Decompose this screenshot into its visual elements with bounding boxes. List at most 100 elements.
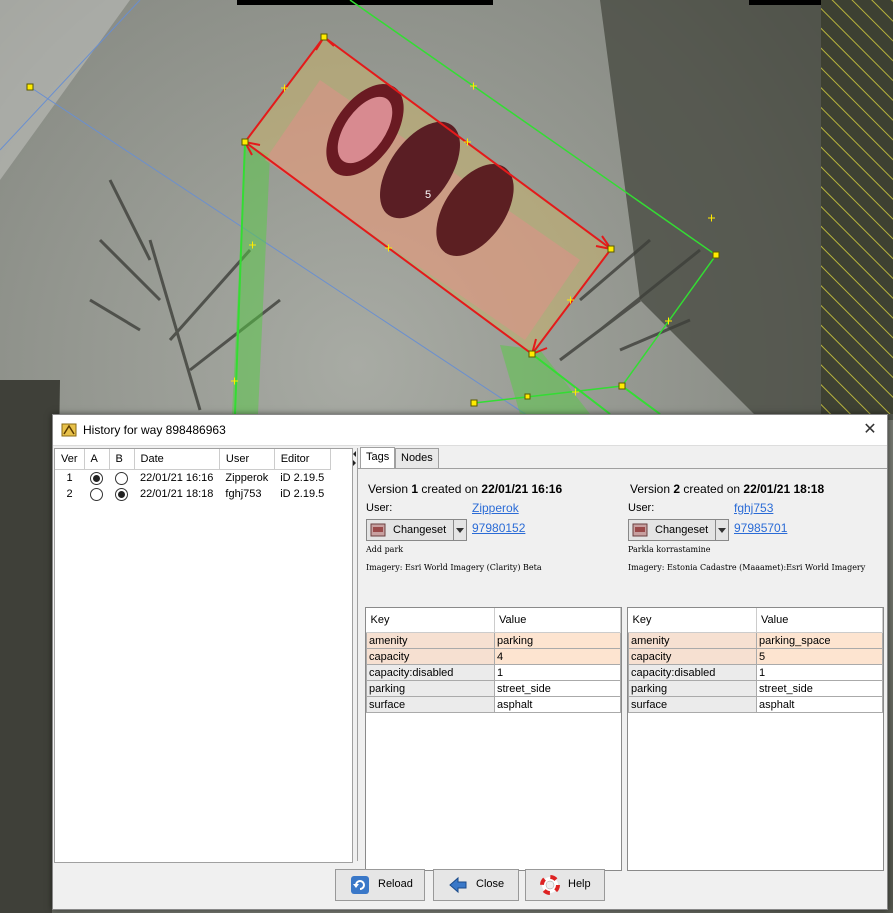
tag-value: street_side	[756, 680, 883, 697]
table-row[interactable]: capacity 5	[628, 648, 883, 665]
tag-value: parking_space	[756, 632, 883, 649]
tab-nodes[interactable]: Nodes	[395, 448, 439, 468]
changeset-id-link[interactable]: 97980152	[472, 521, 525, 535]
changeset-button[interactable]: Changeset	[366, 519, 454, 541]
tag-key: capacity:disabled	[628, 664, 757, 681]
tag-value: 5	[756, 648, 883, 665]
column-header-editor[interactable]: Editor	[274, 449, 331, 470]
left-dark-area	[0, 380, 60, 913]
window-close-button[interactable]: ✕	[859, 419, 881, 441]
table-row[interactable]: parking street_side	[628, 680, 883, 697]
help-label: Help	[568, 878, 591, 890]
version-editor: iD 2.19.5	[280, 472, 325, 484]
table-row[interactable]: surface asphalt	[628, 696, 883, 713]
tab-tags[interactable]: Tags	[360, 447, 396, 469]
column-header-ver[interactable]: Ver	[55, 449, 85, 470]
radio-b-indicator[interactable]	[115, 471, 129, 485]
version-a-column: Version 1 created on 22/01/21 16:16 User…	[358, 469, 622, 871]
tag-value: parking	[494, 632, 621, 649]
tag-key: amenity	[366, 632, 495, 649]
radio-a[interactable]	[84, 470, 109, 487]
column-header-key[interactable]: Key	[366, 608, 495, 633]
version-b-tag-table: Key Value amenity parking_space capacity 5…	[627, 607, 884, 871]
column-header-b[interactable]: B	[109, 449, 135, 470]
user-label: User:	[628, 502, 655, 514]
changeset-button[interactable]: Changeset	[628, 519, 716, 541]
imagery-source: Imagery: Estonia Cadastre (Maaamet):Esri…	[628, 563, 866, 572]
tag-key: parking	[628, 680, 757, 697]
table-row[interactable]: amenity parking	[366, 632, 621, 649]
user-link[interactable]: Zipperok	[472, 501, 519, 515]
josm-logo-icon	[61, 423, 77, 437]
tag-key: amenity	[628, 632, 757, 649]
tag-key: capacity	[366, 648, 495, 665]
radio-a-indicator[interactable]	[90, 471, 104, 485]
column-header-user[interactable]: User	[219, 449, 275, 470]
help-button[interactable]: Help	[525, 869, 605, 901]
table-row[interactable]: 2 22/01/21 18:18 fghj753 iD 2.19.5	[55, 486, 330, 502]
collapse-right-icon[interactable]	[353, 460, 356, 466]
version-number: 1	[66, 472, 73, 484]
changeset-id-link[interactable]: 97985701	[734, 521, 787, 535]
radio-a-indicator[interactable]	[90, 487, 104, 501]
tags-tab-content: Version 1 created on 22/01/21 16:16 User…	[358, 468, 887, 871]
tag-key: capacity:disabled	[366, 664, 495, 681]
changeset-dropdown-button[interactable]	[715, 519, 729, 541]
user-link[interactable]: fghj753	[734, 501, 773, 515]
tag-key: surface	[628, 696, 757, 713]
version-date: 22/01/21 18:18	[140, 488, 214, 500]
changeset-comment: Add park	[366, 545, 404, 554]
column-header-value[interactable]: Value	[756, 608, 883, 633]
table-row[interactable]: surface asphalt	[366, 696, 621, 713]
collapse-left-icon[interactable]	[353, 451, 356, 457]
tag-key: capacity	[628, 648, 757, 665]
changeset-dropdown-button[interactable]	[453, 519, 467, 541]
window-title: History for way 898486963	[83, 423, 226, 437]
table-row[interactable]: amenity parking_space	[628, 632, 883, 649]
close-button[interactable]: Close	[433, 869, 519, 901]
radio-a[interactable]	[84, 486, 109, 502]
title-bar: History for way 898486963 ✕	[53, 415, 887, 446]
reload-button[interactable]: Reload	[335, 869, 425, 901]
hatched-area	[821, 0, 893, 414]
close-label: Close	[476, 878, 505, 890]
column-header-key[interactable]: Key	[628, 608, 757, 633]
tag-value: asphalt	[756, 696, 883, 713]
column-header-a[interactable]: A	[84, 449, 110, 470]
radio-b[interactable]	[109, 486, 134, 502]
changeset-icon	[632, 523, 648, 537]
tag-value: 4	[494, 648, 621, 665]
version-editor: iD 2.19.5	[280, 488, 325, 500]
versions-table: Ver A B Date User Editor 1 22/01/21 16:1…	[55, 449, 331, 502]
close-arrow-icon	[449, 876, 467, 894]
tag-value: 1	[756, 664, 883, 681]
tag-key: surface	[366, 696, 495, 713]
table-row[interactable]: 1 22/01/21 16:16 Zipperok iD 2.19.5	[55, 470, 330, 487]
table-row[interactable]: parking street_side	[366, 680, 621, 697]
table-row[interactable]: capacity 4	[366, 648, 621, 665]
table-row[interactable]: capacity:disabled 1	[628, 664, 883, 681]
version-user: Zipperok	[225, 472, 269, 484]
table-row[interactable]: capacity:disabled 1	[366, 664, 621, 681]
help-lifebuoy-icon	[540, 875, 560, 895]
column-header-value[interactable]: Value	[494, 608, 621, 633]
column-header-date[interactable]: Date	[134, 449, 220, 470]
radio-b[interactable]	[109, 470, 134, 487]
versions-table-panel: Ver A B Date User Editor 1 22/01/21 16:1…	[54, 448, 353, 863]
version-b-heading: Version 2 created on 22/01/21 18:18	[630, 482, 825, 496]
reload-icon	[351, 876, 369, 894]
radio-b-indicator[interactable]	[115, 487, 129, 501]
changeset-icon	[370, 523, 386, 537]
tag-value: asphalt	[494, 696, 621, 713]
version-date: 22/01/21 16:16	[140, 472, 214, 484]
version-compare-panel: Tags Nodes Version 1 created on 22/01/21…	[357, 447, 887, 871]
changeset-comment: Parkla korrastamine	[628, 545, 711, 554]
reload-label: Reload	[378, 878, 413, 890]
imagery-source: Imagery: Esri World Imagery (Clarity) Be…	[366, 563, 542, 572]
version-b-column: Version 2 created on 22/01/21 18:18 User…	[620, 469, 884, 871]
tile-gap	[749, 0, 821, 5]
tag-value: street_side	[494, 680, 621, 697]
version-user: fghj753	[225, 488, 262, 500]
changeset-label: Changeset	[655, 524, 709, 536]
area-label: 5	[425, 189, 431, 201]
